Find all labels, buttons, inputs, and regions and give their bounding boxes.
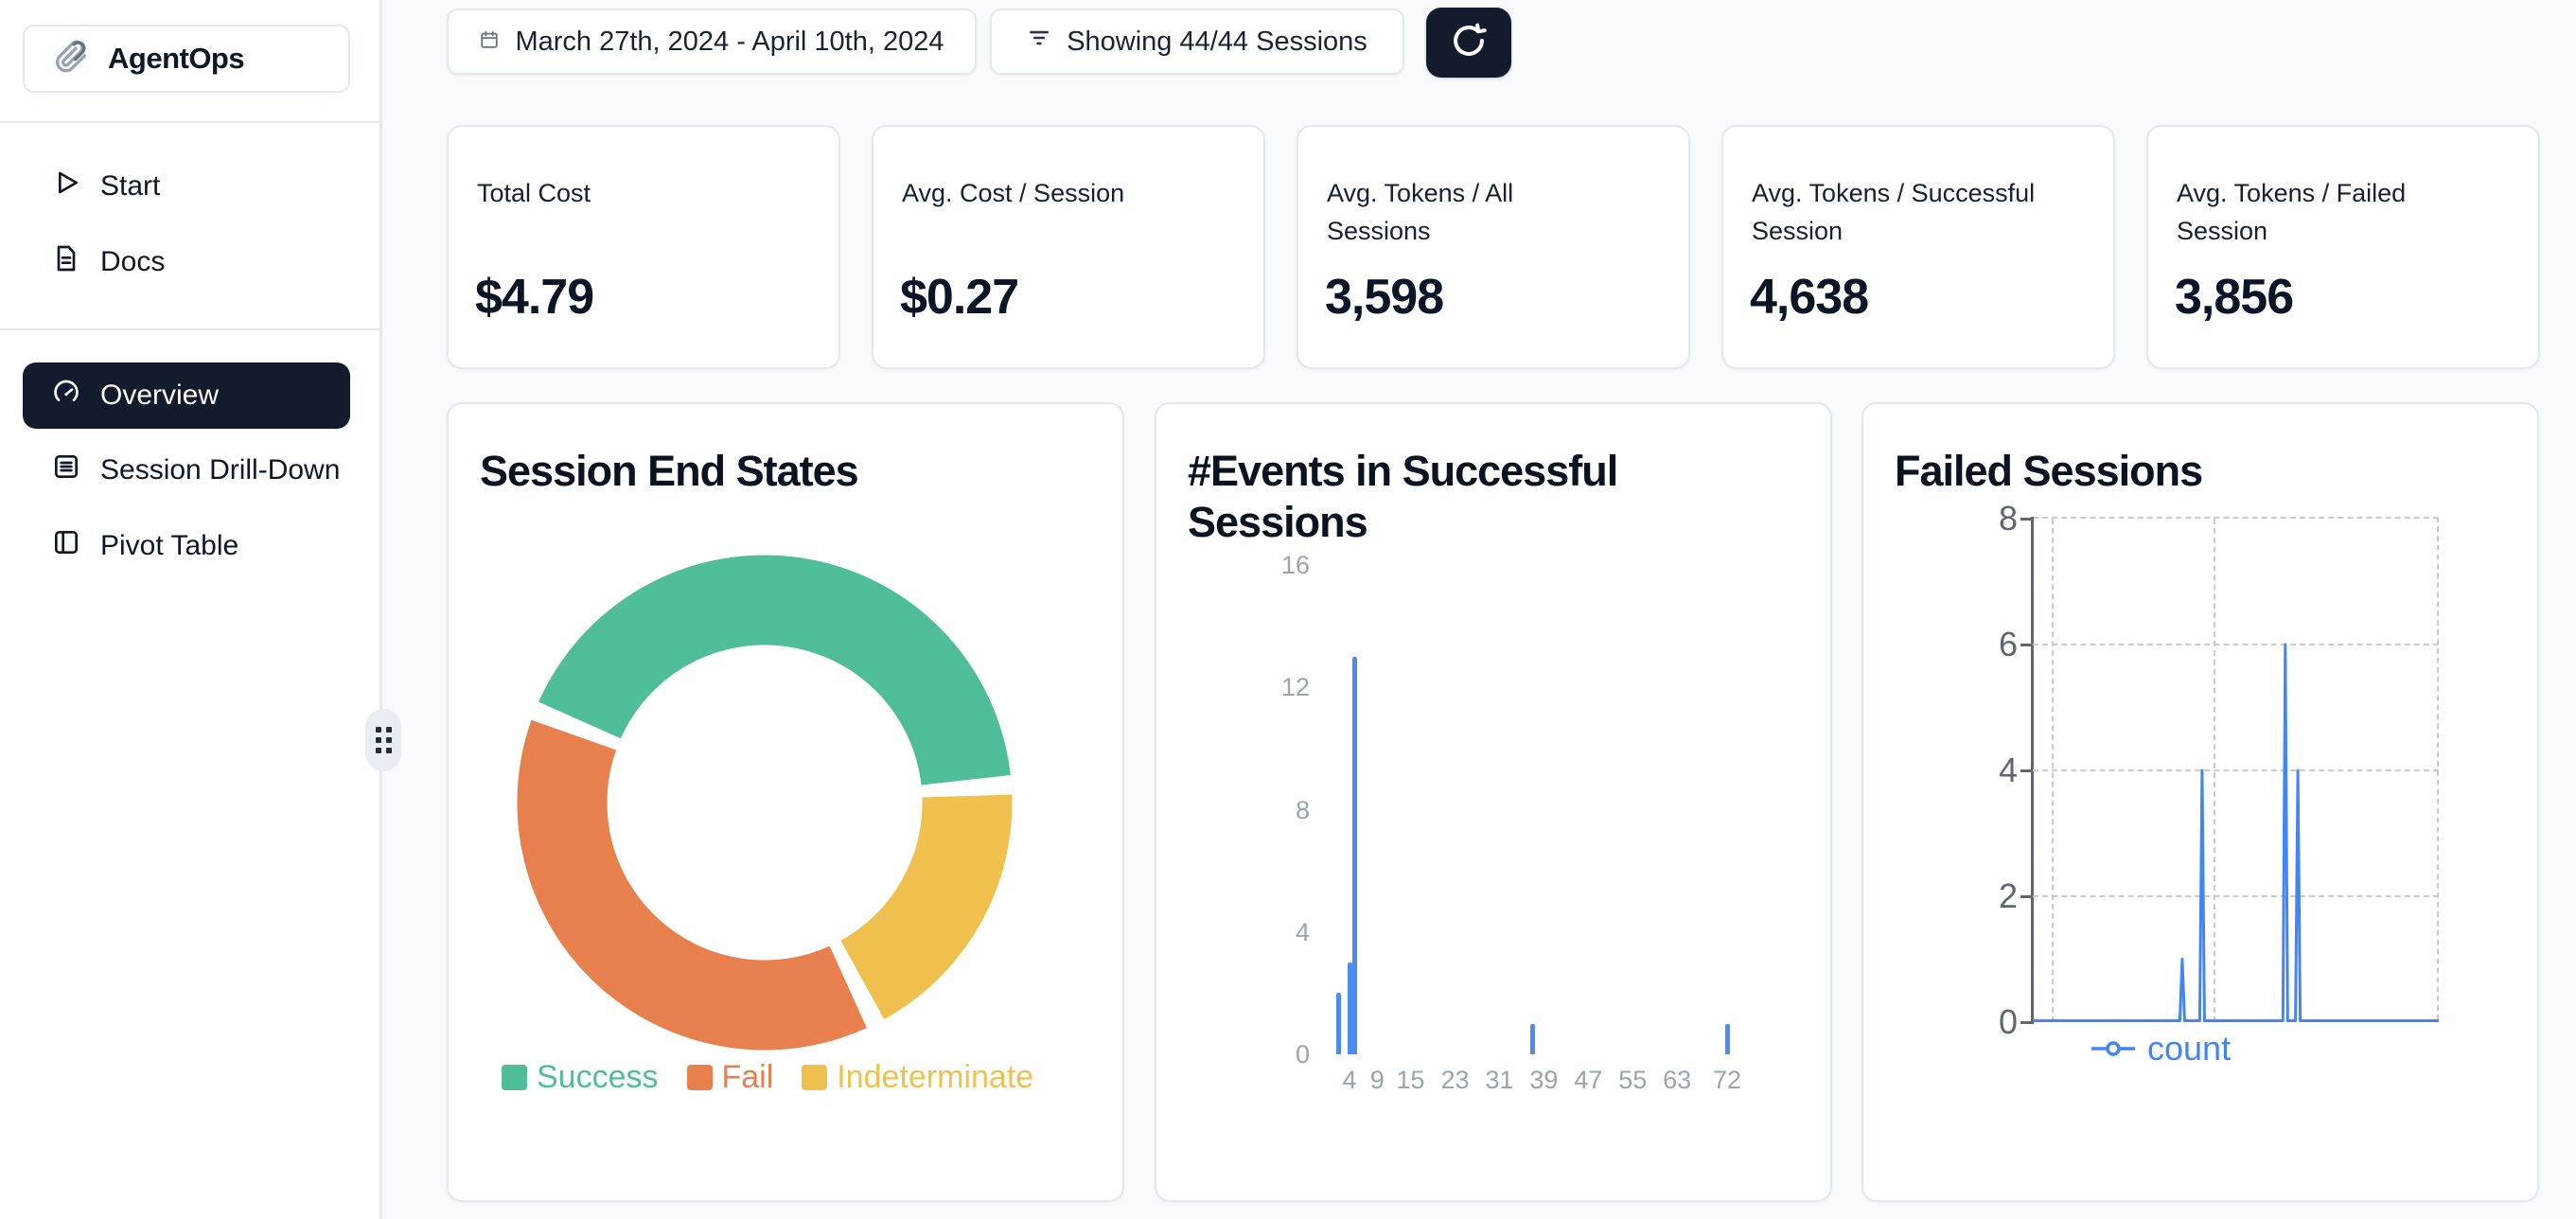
calendar-icon <box>479 26 500 58</box>
sidebar-item-label: Overview <box>100 380 219 412</box>
legend-item-indeterminate[interactable]: Indeterminate <box>802 1059 1033 1096</box>
stat-value: 3,856 <box>2175 269 2293 326</box>
axis-tick <box>2020 518 2033 521</box>
y-tick-label: 8 <box>1244 797 1310 823</box>
x-tick-label: 72 <box>1699 1067 1756 1093</box>
legend-label: Indeterminate <box>837 1059 1033 1096</box>
filter-icon <box>1027 26 1051 58</box>
stat-card-avg-tokens-successful: Avg. Tokens / Successful Session 4,638 <box>1721 125 2115 369</box>
pivot-panel-icon <box>51 527 81 565</box>
events-histogram-card: #Events in Successful Sessions 161284049… <box>1155 402 1832 1202</box>
stat-value: 4,638 <box>1750 269 1868 326</box>
donut-segment-fail[interactable] <box>562 735 848 1005</box>
axis-tick <box>2020 644 2033 646</box>
sidebar-item-pivot-table[interactable]: Pivot Table <box>23 519 350 574</box>
refresh-icon <box>1448 20 1490 66</box>
legend-item-fail[interactable]: Fail <box>687 1059 774 1096</box>
histogram-bar <box>1336 993 1341 1054</box>
gauge-icon <box>51 377 81 415</box>
list-box-icon <box>51 451 81 489</box>
sidebar-resize-handle[interactable] <box>365 709 401 771</box>
refresh-button[interactable] <box>1426 8 1511 78</box>
y-tick-label: 2 <box>1951 878 2018 914</box>
histogram-bar <box>1725 1024 1730 1054</box>
y-tick-label: 6 <box>1951 627 2018 662</box>
document-icon <box>51 243 81 281</box>
chart-title: Session End States <box>480 446 858 497</box>
y-tick-label: 0 <box>1951 1004 2018 1040</box>
chart-title: Failed Sessions <box>1895 446 2202 497</box>
date-range-label: March 27th, 2024 - April 10th, 2024 <box>515 26 944 58</box>
fail-swatch <box>687 1065 713 1090</box>
grip-dots-icon <box>376 727 392 753</box>
date-range-button[interactable]: March 27th, 2024 - April 10th, 2024 <box>447 9 977 75</box>
sidebar-divider <box>0 121 382 123</box>
stat-card-avg-tokens-all: Avg. Tokens / All Sessions 3,598 <box>1297 125 1690 369</box>
y-tick-label: 12 <box>1244 674 1310 700</box>
legend-label: Success <box>537 1059 659 1096</box>
indeterminate-swatch <box>802 1065 827 1090</box>
count-series-line <box>2033 519 2439 1022</box>
sidebar-item-label: Docs <box>100 246 165 278</box>
app-title: AgentOps <box>108 42 244 76</box>
axis-tick <box>2020 895 2033 898</box>
stat-label: Avg. Cost / Session <box>902 174 1124 212</box>
y-tick-label: 4 <box>1244 919 1310 945</box>
y-tick-label: 16 <box>1244 552 1310 578</box>
legend-label: count <box>2147 1029 2231 1069</box>
y-tick-label: 4 <box>1951 752 2018 788</box>
stat-label: Total Cost <box>477 174 591 212</box>
donut-segment-indeterminate[interactable] <box>862 796 967 980</box>
stat-label: Avg. Tokens / Failed Session <box>2177 174 2406 250</box>
legend-item-success[interactable]: Success <box>502 1059 659 1096</box>
histogram-bar <box>1348 963 1352 1054</box>
sidebar-item-session-drill-down[interactable]: Session Drill-Down <box>23 443 350 498</box>
sidebar-item-label: Start <box>100 170 160 203</box>
sidebar-item-start[interactable]: Start <box>23 159 350 214</box>
paperclip-icon <box>51 37 91 81</box>
stat-value: $4.79 <box>475 269 593 326</box>
donut-segment-success[interactable] <box>580 600 966 780</box>
axis-tick <box>2020 1021 2033 1024</box>
sidebar: AgentOps Start Docs Overview Session Dri… <box>0 0 382 1219</box>
axis-tick <box>2020 769 2033 772</box>
play-icon <box>51 168 81 205</box>
sidebar-item-docs[interactable]: Docs <box>23 235 350 290</box>
histogram-bar <box>1530 1024 1535 1054</box>
sessions-filter-label: Showing 44/44 Sessions <box>1067 26 1367 58</box>
sidebar-divider <box>0 328 382 330</box>
y-tick-label: 8 <box>1951 501 2018 537</box>
failed-sessions-card: Failed Sessions 86420 count <box>1861 402 2539 1202</box>
stat-card-avg-cost: Avg. Cost / Session $0.27 <box>872 125 1265 369</box>
line-marker-icon <box>2091 1040 2136 1057</box>
y-tick-label: 0 <box>1244 1041 1310 1068</box>
stat-label: Avg. Tokens / Successful Session <box>1752 174 2035 250</box>
chart-title: #Events in Successful Sessions <box>1188 446 1737 548</box>
app-logo[interactable]: AgentOps <box>23 25 350 93</box>
stat-value: $0.27 <box>900 269 1018 326</box>
stat-label: Avg. Tokens / All Sessions <box>1327 174 1513 250</box>
failed-sessions-line-chart: 86420 <box>2033 517 2439 1020</box>
donut-legend: Success Fail Indeterminate <box>502 1059 1033 1096</box>
line-legend-count[interactable]: count <box>2091 1029 2231 1069</box>
sidebar-item-label: Pivot Table <box>100 530 238 562</box>
session-end-states-card: Session End States Success Fail Indeterm… <box>447 402 1124 1202</box>
sidebar-item-overview[interactable]: Overview <box>23 362 350 429</box>
sidebar-item-label: Session Drill-Down <box>100 454 340 486</box>
success-swatch <box>502 1065 527 1090</box>
stat-card-total-cost: Total Cost $4.79 <box>447 125 840 369</box>
x-tick-label: 63 <box>1649 1067 1705 1093</box>
stat-value: 3,598 <box>1325 269 1443 326</box>
donut-chart <box>517 555 1013 1051</box>
legend-label: Fail <box>722 1059 774 1096</box>
histogram-bar <box>1352 657 1357 1054</box>
sessions-filter-button[interactable]: Showing 44/44 Sessions <box>990 9 1404 75</box>
stat-card-avg-tokens-failed: Avg. Tokens / Failed Session 3,856 <box>2146 125 2540 369</box>
